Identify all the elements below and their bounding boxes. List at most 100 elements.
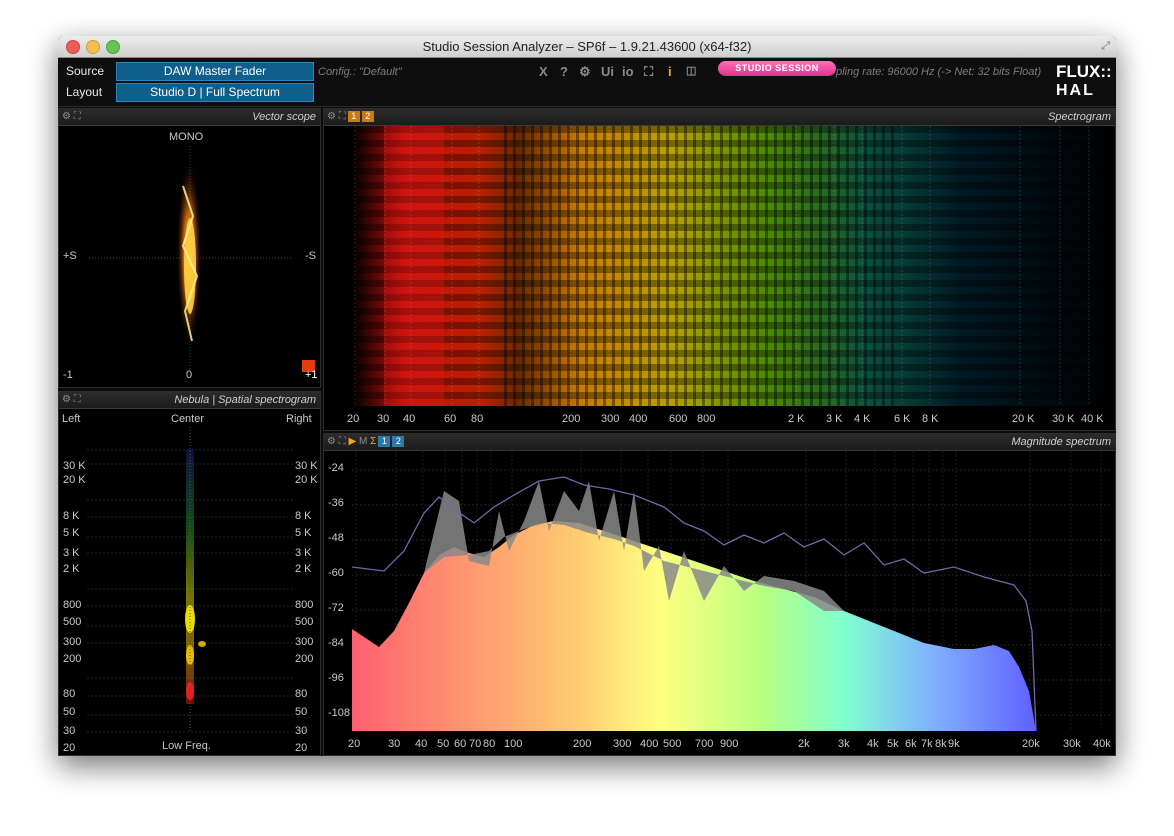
vector-scope-panel: ⚙ ⛶ Vector scope MONO +S -S -1 0 +1 [58, 108, 321, 388]
magnitude-y-tick-label: -60 [328, 567, 344, 579]
layout-selector[interactable]: Studio D | Full Spectrum [116, 83, 314, 102]
spectrogram-title: Spectrogram [1048, 111, 1111, 123]
nebula-left-freq-label: 800 [63, 599, 82, 611]
spectrogram-header: ⚙ ⛶ 1 2 Spectrogram [324, 109, 1115, 126]
title-bar: Studio Session Analyzer – SP6f – 1.9.21.… [58, 36, 1116, 58]
settings-icon[interactable]: ⚙ [579, 64, 591, 80]
nebula-panel: ⚙ ⛶ Nebula | Spatial spectrogram Left Ce… [58, 391, 321, 756]
magnitude-x-tick-label: 40 [415, 738, 428, 750]
magnitude-x-tick-label: 30 [388, 738, 401, 750]
config-text: Config.: "Default" [318, 66, 402, 78]
spectrogram-x-tick-label: 40 K [1081, 413, 1104, 425]
nebula-title: Nebula | Spatial spectrogram [174, 394, 316, 406]
panel-settings-icon[interactable]: ⚙ ⛶ [62, 394, 81, 405]
vector-scope-title: Vector scope [252, 111, 316, 123]
magnitude-x-tick-label: 70 [469, 738, 482, 750]
nebula-left-freq-label: 30 K [63, 460, 86, 472]
source-selector[interactable]: DAW Master Fader [116, 62, 314, 81]
magnitude-x-tick-label: 700 [695, 738, 714, 750]
panel-settings-icon[interactable]: ⚙ ⛶ ▶ M Σ12 [327, 436, 405, 447]
channel-2-tag[interactable]: 2 [392, 436, 405, 447]
magnitude-x-tick-label: 20k [1022, 738, 1040, 750]
nebula-right-freq-label: 800 [295, 599, 314, 611]
sampling-rate-text: pling rate: 96000 Hz (-> Net: 32 bits Fl… [836, 66, 1042, 78]
layout-label: Layout [66, 85, 103, 99]
nebula-left-freq-label: 2 K [63, 563, 80, 575]
flux-logo: FLUX:: [1056, 62, 1112, 81]
nebula-right-freq-label: 20 K [295, 474, 318, 486]
spectrogram-x-tick-label: 3 K [826, 413, 843, 425]
magnitude-x-tick-label: 9k [948, 738, 960, 750]
magnitude-x-tick-label: 6k [905, 738, 917, 750]
magnitude-y-tick-label: -36 [328, 497, 344, 509]
nebula-left-freq-label: 80 [63, 688, 76, 700]
help-icon[interactable]: ? [560, 64, 568, 79]
nebula-right-freq-label: 30 [295, 725, 308, 737]
spectrogram-x-tick-label: 200 [562, 413, 581, 425]
hal-logo: HAL [1056, 82, 1095, 99]
magnitude-x-tick-label: 900 [720, 738, 739, 750]
play-icon[interactable]: ▶ [349, 436, 357, 447]
magnitude-x-tick-label: 200 [573, 738, 592, 750]
magnitude-y-tick-label: -108 [328, 707, 351, 719]
spectrogram-x-tick-label: 60 [444, 413, 457, 425]
nebula-right-freq-label: 3 K [295, 547, 312, 559]
sum-icon[interactable]: Σ [370, 436, 376, 447]
magnitude-x-tick-label: 100 [504, 738, 523, 750]
plus-s-label: +S [63, 250, 77, 262]
nebula-right-freq-label: 200 [295, 653, 314, 665]
spectrogram-graph [352, 126, 1112, 406]
panel-settings-icon[interactable]: ⚙ ⛶ 1 2 [327, 111, 374, 122]
magnitude-x-tick-label: 4k [867, 738, 879, 750]
spectrogram-x-tick-label: 6 K [894, 413, 911, 425]
fullscreen-toggle-icon[interactable]: ⛶ [644, 64, 653, 80]
spectrogram-x-tick-label: 2 K [788, 413, 805, 425]
nebula-graph [87, 427, 293, 733]
magnitude-x-tick-label: 80 [483, 738, 496, 750]
spectrogram-x-tick-label: 30 K [1052, 413, 1075, 425]
panel-settings-icon[interactable]: ⚙ ⛶ [62, 111, 81, 122]
nebula-right-freq-label: 500 [295, 616, 314, 628]
channel-2-tag[interactable]: 2 [361, 111, 374, 122]
channel-1-tag[interactable]: 1 [378, 436, 391, 447]
mono-label: MONO [169, 131, 204, 143]
magnitude-y-tick-label: -72 [328, 602, 344, 614]
nebula-left-freq-label: 5 K [63, 527, 80, 539]
fullscreen-icon[interactable]: ⤢ [1101, 40, 1110, 53]
magnitude-x-tick-label: 60 [454, 738, 467, 750]
source-label: Source [66, 64, 105, 78]
nebula-right-freq-label: 5 K [295, 527, 312, 539]
nebula-right-freq-label: 30 K [295, 460, 318, 472]
magnitude-x-tick-label: 30k [1063, 738, 1081, 750]
toolbar: Source DAW Master Fader Layout Studio D … [58, 58, 1116, 107]
magnitude-y-tick-label: -24 [328, 462, 344, 474]
studio-session-badge: STUDIO SESSION [718, 61, 836, 76]
low-freq-label: Low Freq. [162, 740, 211, 752]
nebula-display: Left Center Right Low Freq. 30 K 20 K 8 K 5… [59, 409, 321, 756]
nebula-right-freq-label: 8 K [295, 510, 312, 522]
channel-1-tag[interactable]: 1 [347, 111, 360, 122]
ui-icon[interactable]: Ui [601, 64, 614, 79]
nebula-left-freq-label: 500 [63, 616, 82, 628]
magnitude-x-tick-label: 5k [887, 738, 899, 750]
zero-label: 0 [186, 369, 193, 381]
nebula-header: ⚙ ⛶ Nebula | Spatial spectrogram [59, 392, 320, 409]
nebula-left-freq-label: 8 K [63, 510, 80, 522]
marker-icon[interactable]: M [359, 436, 367, 447]
magnitude-x-tick-label: 300 [613, 738, 632, 750]
close-session-icon[interactable]: X [539, 64, 548, 79]
vector-scope-display: MONO +S -S -1 0 +1 [59, 126, 321, 387]
magnitude-x-tick-label: 3k [838, 738, 850, 750]
info-icon[interactable]: i [668, 64, 672, 79]
nebula-right-freq-label: 80 [295, 688, 308, 700]
vector-scope-header: ⚙ ⛶ Vector scope [59, 109, 320, 126]
spectrogram-x-tick-label: 600 [669, 413, 688, 425]
io-icon[interactable]: io [622, 64, 634, 79]
magnitude-x-tick-label: 40k [1093, 738, 1111, 750]
nebula-left-freq-label: 20 K [63, 474, 86, 486]
magnitude-y-tick-label: -84 [328, 637, 344, 649]
spectrogram-x-tick-label: 40 [403, 413, 416, 425]
spectrogram-x-tick-label: 80 [471, 413, 484, 425]
right-label: Right [286, 413, 312, 425]
window-icon[interactable]: ◫ [686, 64, 696, 77]
